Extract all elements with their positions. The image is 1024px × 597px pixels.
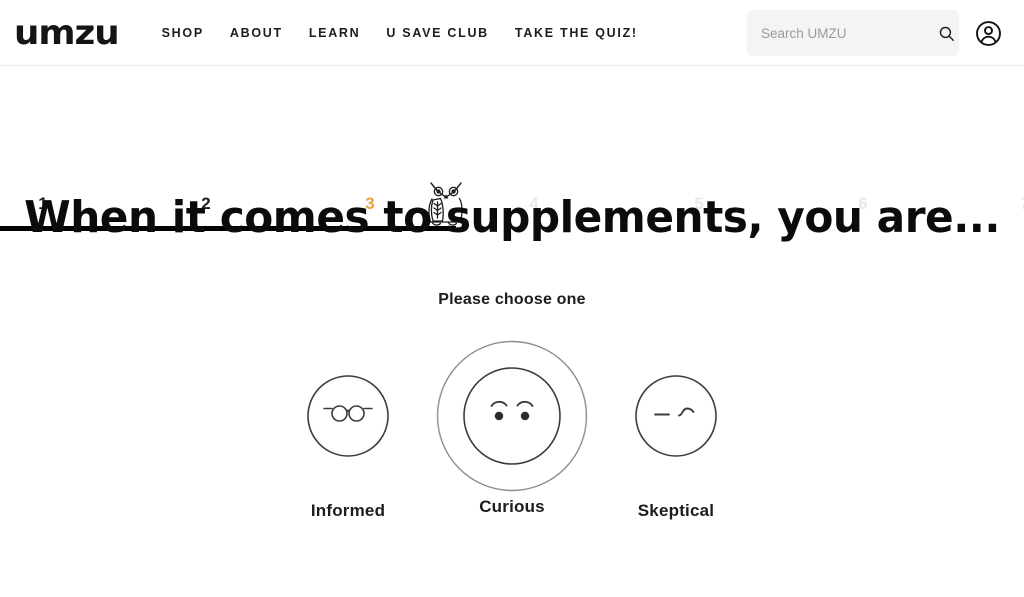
nav-item-take-the-quiz[interactable]: TAKE THE QUIZ! [515, 26, 638, 40]
nav-item-shop[interactable]: SHOP [162, 26, 204, 40]
face-glasses-icon[interactable] [307, 375, 389, 457]
quiz-progress-bar: 1 2 3 4 5 6 7 [0, 66, 1024, 231]
search-input[interactable] [761, 25, 938, 41]
umzu-logo[interactable]: umzu [14, 16, 120, 50]
answer-option-skeptical[interactable]: Skeptical [594, 331, 758, 521]
answer-option-skeptical-icon-slot [635, 331, 717, 501]
answer-option-curious[interactable]: Curious [430, 331, 594, 517]
selection-ring [436, 340, 588, 492]
question-instruction: Please choose one [438, 291, 586, 308]
nav-item-about[interactable]: ABOUT [230, 26, 283, 40]
main-navigation: SHOP ABOUT LEARN U SAVE CLUB TAKE THE QU… [162, 26, 638, 40]
nav-item-u-save-club[interactable]: U SAVE CLUB [386, 26, 489, 40]
quiz-question-section: When it comes to supplements, you are...… [0, 192, 1024, 521]
answer-option-informed[interactable]: Informed [266, 331, 430, 521]
account-circle-icon[interactable] [975, 20, 1002, 47]
header-actions [747, 0, 1024, 66]
answer-option-informed-label: Informed [310, 501, 386, 520]
answer-option-curious-label: Curious [479, 497, 545, 516]
search-icon[interactable] [938, 25, 955, 42]
face-curious-icon[interactable] [436, 340, 588, 492]
nav-item-learn[interactable]: LEARN [309, 26, 361, 40]
site-header: umzu SHOP ABOUT LEARN U SAVE CLUB TAKE T… [0, 0, 1024, 66]
answer-option-skeptical-label: Skeptical [637, 501, 715, 520]
search-box[interactable] [747, 10, 959, 56]
page-title: When it comes to supplements, you are... [24, 192, 1000, 243]
answer-option-informed-icon-slot [307, 331, 389, 501]
answer-options: Informed Curious Skeptical [0, 331, 1024, 521]
face-skeptical-icon[interactable] [635, 375, 717, 457]
answer-option-curious-icon-slot [436, 331, 588, 501]
